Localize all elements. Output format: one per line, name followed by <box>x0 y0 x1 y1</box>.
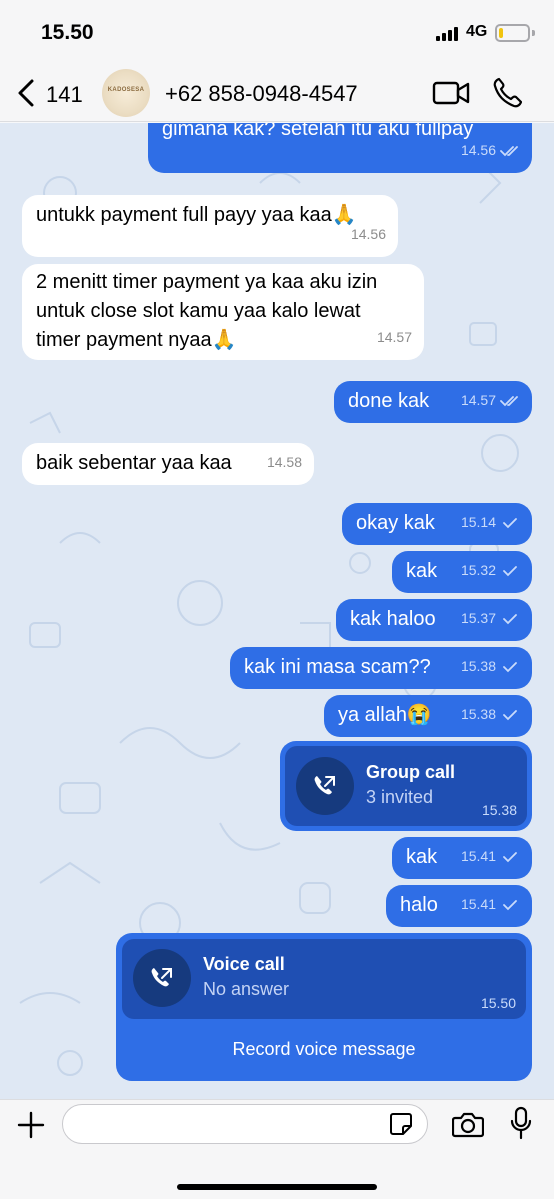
call-title: Group call <box>366 762 456 782</box>
phone-call-icon[interactable] <box>492 77 522 109</box>
message-meta: 15.38 <box>461 700 520 729</box>
record-voice-message-button[interactable]: Record voice message <box>116 1039 532 1060</box>
single-check-icon <box>503 613 517 624</box>
status-bar: 15.50 4G <box>0 0 554 62</box>
message-time: 15.38 <box>460 706 496 722</box>
call-subtitle: 3 invited <box>366 787 434 807</box>
message-meta: 15.41 <box>461 890 520 919</box>
message-bubble-outgoing[interactable]: halo 15.41 <box>386 885 532 927</box>
double-check-icon <box>500 145 518 156</box>
message-text: 2 menitt timer payment ya kaa aku izin u… <box>36 271 378 351</box>
message-meta: 14.57 <box>461 386 520 415</box>
chat-header: 141 KADOSESA +62 858-0948-4547 <box>0 62 554 122</box>
message-input[interactable] <box>62 1104 428 1144</box>
call-title: Voice call <box>203 954 285 974</box>
message-time: 14.58 <box>266 454 302 470</box>
sticker-icon[interactable] <box>389 1112 413 1136</box>
plus-icon[interactable] <box>16 1110 46 1140</box>
message-composer <box>0 1099 554 1199</box>
group-call-inner: Group call 3 invited 15.38 <box>285 746 527 826</box>
call-circle <box>133 949 191 1007</box>
message-bubble-outgoing[interactable]: kak ini masa scam?? 15.38 <box>230 647 532 689</box>
message-bubble-outgoing[interactable]: gimana kak? setelah itu aku fullpay 14.5… <box>148 123 532 173</box>
message-time: 15.37 <box>460 610 496 626</box>
call-subtitle: No answer <box>203 979 290 999</box>
avatar-logo-text: KADOSESA <box>107 87 145 93</box>
camera-icon[interactable] <box>452 1110 484 1138</box>
microphone-icon[interactable] <box>510 1106 532 1140</box>
outgoing-call-icon <box>314 776 335 795</box>
back-count[interactable]: 141 <box>46 82 83 108</box>
single-check-icon <box>503 899 517 910</box>
message-time: 15.14 <box>460 514 496 530</box>
message-meta: 14.58 <box>267 448 302 477</box>
message-bubble-outgoing[interactable]: ya allah😭 15.38 <box>324 695 532 737</box>
single-check-icon <box>503 709 517 720</box>
message-time: 15.32 <box>460 562 496 578</box>
message-bubble-outgoing[interactable]: kak 15.32 <box>392 551 532 593</box>
signal-icon <box>436 27 458 41</box>
message-bubble-incoming[interactable]: untukk payment full payy yaa kaa🙏 14.56 <box>22 195 398 257</box>
message-bubble-outgoing[interactable]: okay kak 15.14 <box>342 503 532 545</box>
network-label: 4G <box>466 23 488 40</box>
single-check-icon <box>503 661 517 672</box>
message-meta: 14.56 <box>461 136 520 165</box>
message-text: baik sebentar yaa kaa <box>36 452 232 474</box>
call-circle <box>296 757 354 815</box>
message-meta: 15.14 <box>461 508 520 537</box>
message-bubble-incoming[interactable]: baik sebentar yaa kaa 14.58 <box>22 443 314 485</box>
message-time: 14.57 <box>376 329 412 345</box>
message-bubble-outgoing[interactable]: done kak 14.57 <box>334 381 532 423</box>
single-check-icon <box>503 851 517 862</box>
call-time: 15.50 <box>480 995 516 1011</box>
message-meta: 15.37 <box>461 604 520 633</box>
contact-name[interactable]: +62 858-0948-4547 <box>165 81 358 107</box>
message-time: 14.56 <box>350 226 386 242</box>
message-bubble-incoming[interactable]: 2 menitt timer payment ya kaa aku izin u… <box>22 264 424 360</box>
voice-call-card[interactable]: Voice call No answer 15.50 Record voice … <box>116 933 532 1081</box>
chat-area[interactable]: gimana kak? setelah itu aku fullpay 14.5… <box>0 123 554 1099</box>
message-time: 15.41 <box>460 896 496 912</box>
message-time: 15.41 <box>460 848 496 864</box>
message-meta: 14.57 <box>377 323 412 352</box>
message-time: 14.57 <box>460 392 496 408</box>
battery-icon <box>495 24 530 42</box>
single-check-icon <box>503 565 517 576</box>
message-meta: 15.41 <box>461 842 520 871</box>
message-bubble-outgoing[interactable]: kak haloo 15.37 <box>336 599 532 641</box>
home-indicator <box>177 1184 377 1190</box>
message-text: untukk payment full payy yaa kaa🙏 <box>36 204 357 226</box>
message-time: 14.56 <box>460 142 496 158</box>
outgoing-call-icon <box>151 968 172 987</box>
status-time: 15.50 <box>41 21 94 44</box>
battery-cap <box>532 30 535 36</box>
double-check-icon <box>500 395 518 406</box>
call-time: 15.38 <box>481 802 517 818</box>
single-check-icon <box>503 517 517 528</box>
group-call-card[interactable]: Group call 3 invited 15.38 <box>280 741 532 831</box>
message-meta: 14.56 <box>351 220 386 249</box>
avatar[interactable]: KADOSESA <box>102 69 150 117</box>
video-call-icon[interactable] <box>432 80 470 106</box>
back-chevron-icon[interactable] <box>14 78 38 108</box>
message-bubble-outgoing[interactable]: kak 15.41 <box>392 837 532 879</box>
message-meta: 15.38 <box>461 652 520 681</box>
message-meta: 15.32 <box>461 556 520 585</box>
message-time: 15.38 <box>460 658 496 674</box>
voice-call-inner: Voice call No answer 15.50 <box>122 939 526 1019</box>
